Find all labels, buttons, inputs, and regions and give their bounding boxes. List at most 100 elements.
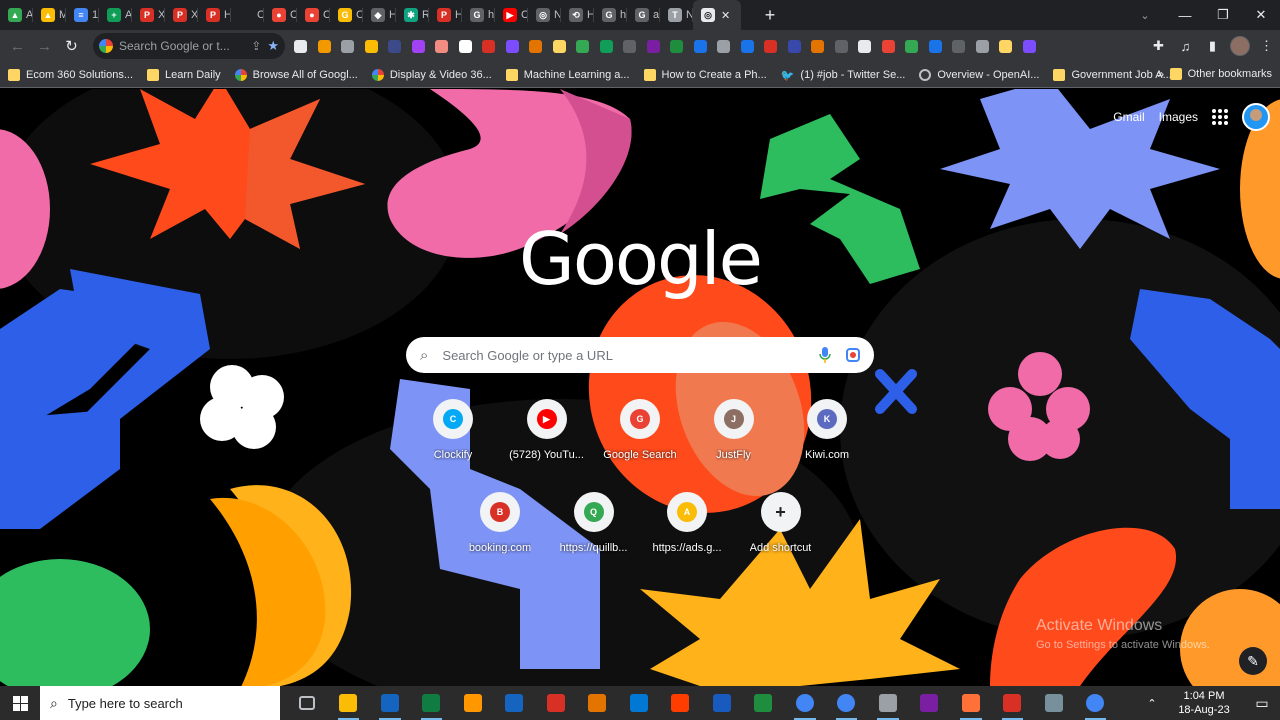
google-apps-grid-icon[interactable]: [1212, 109, 1228, 125]
tab-15[interactable]: ▶ Ch: [495, 0, 528, 30]
tab-8[interactable]: ● Co: [264, 0, 297, 30]
taskbar-app-16[interactable]: [950, 686, 992, 720]
extensions-puzzle-icon[interactable]: ✚: [1145, 32, 1172, 60]
side-panel-icon[interactable]: ▮: [1199, 32, 1226, 60]
search-box[interactable]: ⌕: [406, 337, 874, 373]
voice-search-mic-icon[interactable]: [818, 347, 832, 363]
shortcut-tile[interactable]: K Kiwi.com: [780, 399, 874, 461]
close-window-button[interactable]: ✕: [1242, 0, 1280, 30]
taskbar-app-10[interactable]: [701, 686, 743, 720]
extension-icon-30[interactable]: [994, 32, 1018, 60]
tab-9[interactable]: ● Co: [297, 0, 330, 30]
bookmark-item[interactable]: How to Create a Ph...: [643, 68, 767, 81]
back-button[interactable]: ←: [4, 32, 31, 60]
shortcut-tile[interactable]: C Clockify: [406, 399, 500, 461]
maximize-button[interactable]: ❐: [1204, 0, 1242, 30]
tab-17[interactable]: ⟲ His: [561, 0, 594, 30]
extension-icon-3[interactable]: [360, 32, 384, 60]
gmail-link[interactable]: Gmail: [1113, 110, 1144, 124]
minimize-button[interactable]: —: [1166, 0, 1204, 30]
taskbar-app-19[interactable]: [1075, 686, 1117, 720]
shortcut-tile[interactable]: J JustFly: [687, 399, 781, 461]
extension-icon-8[interactable]: [477, 32, 501, 60]
taskbar-app-4[interactable]: [452, 686, 494, 720]
customize-chrome-pencil-icon[interactable]: ✎: [1239, 647, 1267, 675]
tab-7[interactable]: Ch: [231, 0, 264, 30]
tab-2[interactable]: ≡ 1. F: [66, 0, 99, 30]
google-lens-icon[interactable]: [846, 348, 860, 362]
taskbar-app-12[interactable]: [784, 686, 826, 720]
tab-13[interactable]: P Ho: [429, 0, 462, 30]
shortcut-tile[interactable]: G Google Search: [593, 399, 687, 461]
tab-16[interactable]: ◎ Ne: [528, 0, 561, 30]
bookmark-item[interactable]: Ecom 360 Solutions...: [8, 68, 133, 81]
extension-icon-11[interactable]: [548, 32, 572, 60]
extension-icon-24[interactable]: [853, 32, 877, 60]
taskbar-app-3[interactable]: [411, 686, 453, 720]
new-tab-button[interactable]: +: [755, 0, 785, 30]
taskbar-app-0[interactable]: [286, 686, 328, 720]
shortcut-tile[interactable]: Bbooking.com: [453, 492, 547, 554]
extension-icon-20[interactable]: [759, 32, 783, 60]
profile-avatar[interactable]: [1226, 32, 1253, 60]
extension-icon-10[interactable]: [524, 32, 548, 60]
extension-icon-13[interactable]: [595, 32, 619, 60]
tab-4[interactable]: P XM: [132, 0, 165, 30]
tab-1[interactable]: ▲ Ma: [33, 0, 66, 30]
extension-icon-1[interactable]: [313, 32, 337, 60]
extension-icon-27[interactable]: [924, 32, 948, 60]
address-bar[interactable]: Search Google or t... ⇪ ★: [93, 33, 285, 59]
taskbar-app-9[interactable]: [660, 686, 702, 720]
extension-icon-29[interactable]: [971, 32, 995, 60]
extension-icon-15[interactable]: [642, 32, 666, 60]
shortcut-tile[interactable]: Ahttps://ads.g...: [640, 492, 734, 554]
taskbar-app-6[interactable]: [535, 686, 577, 720]
taskbar-app-1[interactable]: [328, 686, 370, 720]
extension-icon-22[interactable]: [806, 32, 830, 60]
extension-icon-7[interactable]: [454, 32, 478, 60]
bookmark-item[interactable]: Machine Learning a...: [505, 68, 630, 81]
taskbar-app-15[interactable]: [909, 686, 951, 720]
taskbar-app-8[interactable]: [618, 686, 660, 720]
taskbar-search-box[interactable]: ⌕ Type here to search: [40, 686, 280, 720]
other-bookmarks-folder[interactable]: Other bookmarks: [1169, 68, 1272, 80]
show-hidden-icons-chevron-icon[interactable]: ⌃: [1140, 697, 1164, 710]
extension-icon-6[interactable]: [430, 32, 454, 60]
extension-icon-4[interactable]: [383, 32, 407, 60]
share-icon[interactable]: ⇪: [251, 39, 261, 53]
bookmark-item[interactable]: Learn Daily: [147, 68, 221, 81]
tab-active[interactable]: ◎ ✕: [693, 0, 741, 30]
extension-icon-21[interactable]: [783, 32, 807, 60]
extension-icon-17[interactable]: [689, 32, 713, 60]
forward-button[interactable]: →: [31, 32, 58, 60]
bookmark-item[interactable]: Browse All of Googl...: [234, 68, 358, 81]
search-input[interactable]: [442, 347, 804, 363]
bookmark-star-icon[interactable]: ★: [267, 38, 279, 54]
extension-icon-26[interactable]: [900, 32, 924, 60]
close-tab-icon[interactable]: ✕: [721, 9, 730, 22]
extension-icon-5[interactable]: [407, 32, 431, 60]
taskbar-app-2[interactable]: [369, 686, 411, 720]
taskbar-app-17[interactable]: [992, 686, 1034, 720]
tab-6[interactable]: P Ho: [198, 0, 231, 30]
extension-icon-0[interactable]: [289, 32, 313, 60]
bookmark-item[interactable]: Display & Video 36...: [371, 68, 492, 81]
tab-18[interactable]: Ghov: [594, 0, 627, 30]
extension-icon-19[interactable]: [736, 32, 760, 60]
taskbar-app-11[interactable]: [743, 686, 785, 720]
bookmark-item[interactable]: Overview - OpenAI...: [919, 68, 1039, 81]
extension-icon-18[interactable]: [712, 32, 736, 60]
bookmark-item[interactable]: Government Job A...: [1053, 68, 1172, 81]
extension-icon-2[interactable]: [336, 32, 360, 60]
extension-icon-23[interactable]: [830, 32, 854, 60]
extension-icon-16[interactable]: [665, 32, 689, 60]
images-link[interactable]: Images: [1159, 110, 1198, 124]
extension-icon-12[interactable]: [571, 32, 595, 60]
extension-icon-28[interactable]: [947, 32, 971, 60]
notification-center-icon[interactable]: ▭: [1244, 695, 1280, 712]
taskbar-app-5[interactable]: [494, 686, 536, 720]
tab-14[interactable]: Ghac: [462, 0, 495, 30]
media-control-icon[interactable]: ♫: [1172, 32, 1199, 60]
taskbar-app-13[interactable]: [826, 686, 868, 720]
more-bookmarks-chevron-icon[interactable]: »: [1157, 67, 1164, 81]
